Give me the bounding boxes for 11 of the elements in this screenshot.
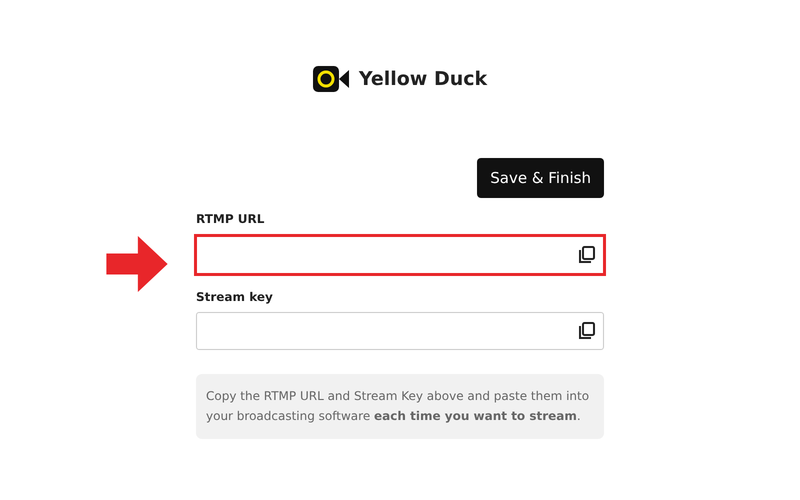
- save-finish-button[interactable]: Save & Finish: [477, 158, 604, 198]
- input-field[interactable]: [194, 234, 606, 276]
- field-label: RTMP URL: [196, 212, 266, 226]
- info-text: Copy the RTMP URL and Stream Key above and paste them into your broadcasting software each time you want to stream.: [206, 388, 590, 426]
- input-field[interactable]: [196, 312, 604, 350]
- copy-icon[interactable]: [577, 321, 597, 341]
- field-label: Stream key: [196, 290, 274, 304]
- arrow-annotation-icon: [106, 236, 168, 292]
- brand-name: Yellow Duck: [358, 68, 488, 90]
- copy-icon[interactable]: [577, 245, 597, 265]
- camera-icon: [312, 66, 349, 92]
